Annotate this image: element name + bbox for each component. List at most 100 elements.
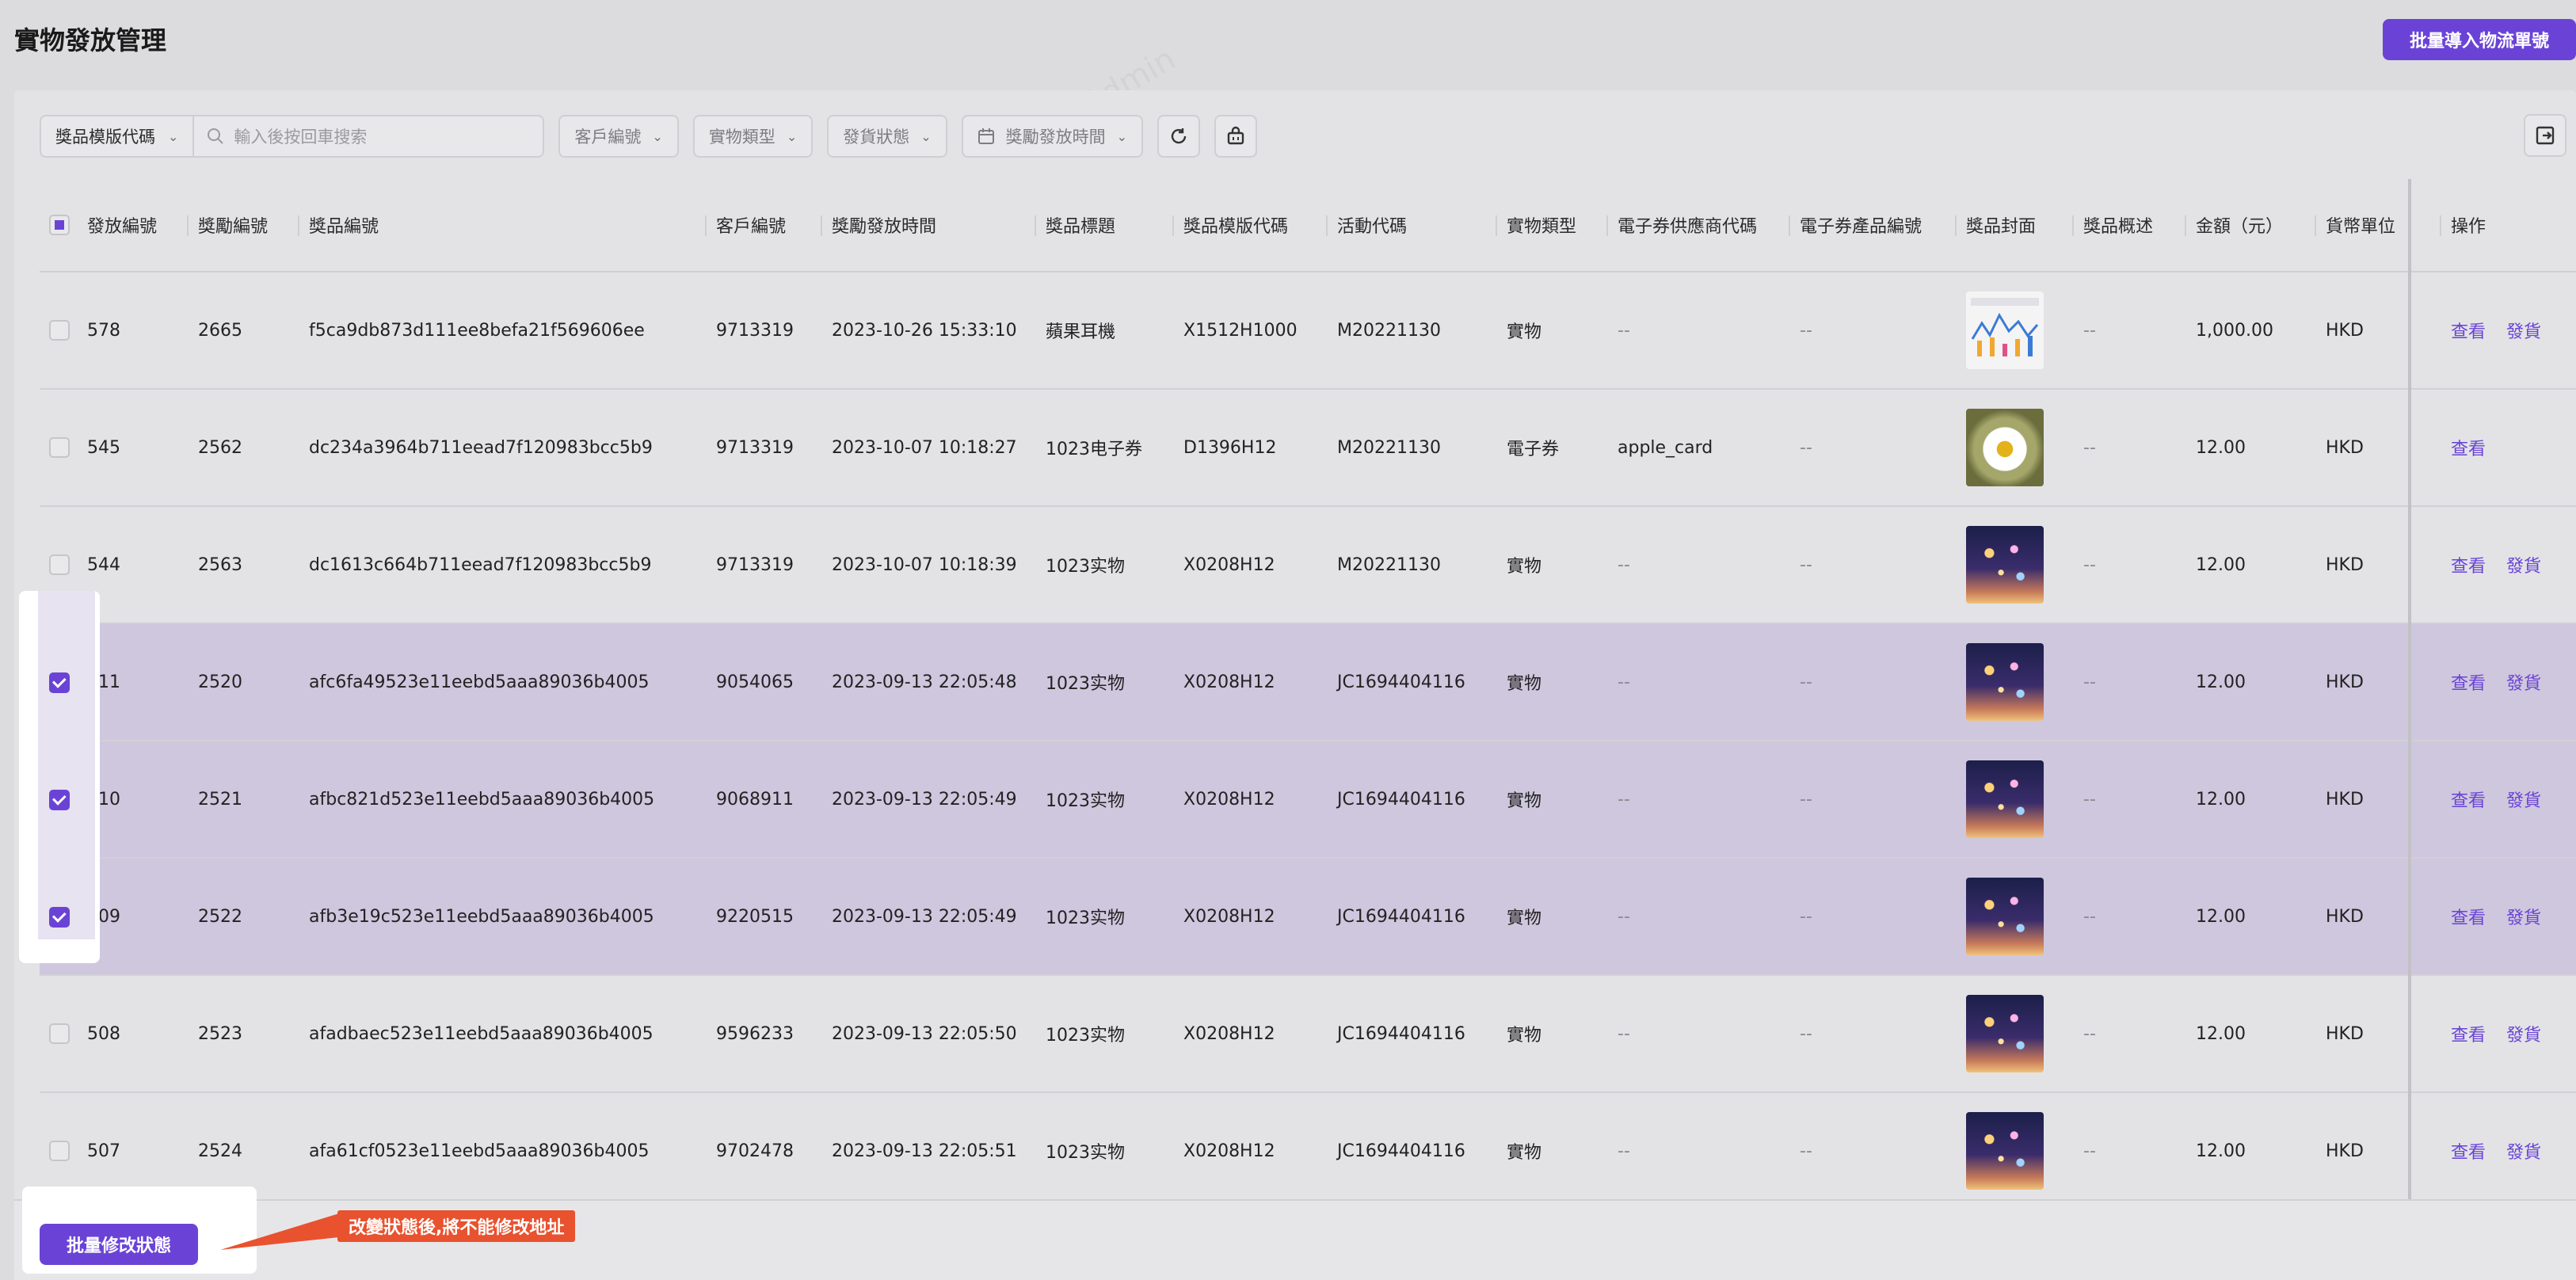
cell-vendor-code: --: [1618, 906, 1630, 927]
row-checkbox-cell: [49, 390, 70, 505]
chevron-down-icon: ⌄: [920, 128, 932, 144]
prize-cover-thumbnail[interactable]: [1966, 878, 2044, 955]
ship-link[interactable]: 發貨: [2506, 318, 2541, 343]
cell-customer-id: 9713319: [716, 320, 794, 341]
view-link[interactable]: 查看: [2451, 435, 2486, 460]
page-title: 實物發放管理: [14, 25, 167, 55]
header-col-actions: 操作: [2439, 179, 2486, 271]
ship-link[interactable]: 發貨: [2506, 787, 2541, 812]
row-checkbox-highlighted[interactable]: [49, 790, 70, 810]
cell-item-type: 實物: [1507, 322, 1542, 342]
row-checkbox[interactable]: [49, 554, 70, 575]
search-placeholder: 輸入後按回車搜索: [234, 128, 368, 147]
refresh-button[interactable]: [1157, 115, 1201, 158]
table-row[interactable]: 509 2522 afb3e19c523e11eebd5aaa89036b4005 9…: [40, 859, 2576, 976]
header-col-prize-id: 獎品編號: [297, 179, 379, 271]
cell-item-type: 實物: [1507, 791, 1542, 811]
table-row[interactable]: 507 2524 afa61cf0523e11eebd5aaa89036b4005 9…: [40, 1093, 2576, 1210]
cell-prize-title: 蘋果耳機: [1046, 322, 1116, 342]
ship-link[interactable]: 發貨: [2506, 1138, 2541, 1164]
cell-summary: --: [2083, 1023, 2096, 1044]
cell-prize-id: dc234a3964b711eead7f120983bcc5b9: [309, 437, 653, 458]
row-checkbox[interactable]: [49, 1023, 70, 1044]
cell-issue-time: 2023-09-13 22:05:49: [832, 906, 1017, 927]
header-col-amount: 金額（元）: [2184, 179, 2283, 271]
prize-cover-thumbnail[interactable]: [1966, 291, 2044, 369]
cell-issue-time: 2023-09-13 22:05:51: [832, 1141, 1017, 1161]
cell-reward-id: 2562: [198, 437, 242, 458]
type-filter[interactable]: 實物類型 ⌄: [692, 115, 814, 158]
view-link[interactable]: 查看: [2451, 904, 2486, 929]
table-row[interactable]: 511 2520 afc6fa49523e11eebd5aaa89036b4005 9…: [40, 624, 2576, 741]
cell-prize-title: 1023电子券: [1046, 440, 1142, 459]
row-checkbox-highlighted[interactable]: [49, 672, 70, 693]
header-col-customer-id: 客戶編號: [704, 179, 786, 271]
customer-filter-label: 客戶編號: [574, 128, 642, 147]
prize-cover-thumbnail[interactable]: [1966, 643, 2044, 721]
row-actions: 查看 發貨: [2451, 624, 2541, 740]
ship-link[interactable]: 發貨: [2506, 669, 2541, 695]
table-row[interactable]: 545 2562 dc234a3964b711eead7f120983bcc5b9 9…: [40, 390, 2576, 507]
row-actions: 查看: [2451, 390, 2486, 505]
row-checkbox[interactable]: [49, 1141, 70, 1161]
selection-highlight-fill: [38, 591, 95, 939]
prize-cover-thumbnail[interactable]: [1966, 995, 2044, 1072]
prize-cover-thumbnail[interactable]: [1966, 409, 2044, 486]
cell-activity-code: JC1694404116: [1337, 906, 1465, 927]
row-checkbox[interactable]: [49, 437, 70, 458]
status-filter[interactable]: 發貨狀態 ⌄: [827, 115, 947, 158]
prize-cover-thumbnail[interactable]: [1966, 1112, 2044, 1190]
prize-cover-thumbnail[interactable]: [1966, 760, 2044, 838]
table-row[interactable]: 578 2665 f5ca9db873d111ee8befa21f569606ee 9…: [40, 272, 2576, 390]
cell-reward-id: 2521: [198, 789, 242, 810]
cell-item-type: 實物: [1507, 557, 1542, 577]
search-input[interactable]: 輸入後按回車搜索: [194, 116, 543, 156]
cell-reward-id: 2522: [198, 906, 242, 927]
template-code-select[interactable]: 獎品模版代碼 ⌄: [41, 116, 195, 156]
prize-cover-image: [1966, 859, 2044, 974]
table-header: 發放編號 獎勵編號 獎品編號 客戶編號 獎勵發放時間 獎品標題 獎品模版代碼 活動代碼 實物類型…: [40, 179, 2576, 272]
cell-template-code: X1512H1000: [1183, 320, 1298, 341]
row-checkbox[interactable]: [49, 320, 70, 341]
row-actions: 查看 發貨: [2451, 272, 2541, 388]
cell-issue-id: 508: [87, 1023, 120, 1044]
cell-issue-time: 2023-10-07 10:18:27: [832, 437, 1017, 458]
select-all-checkbox[interactable]: [49, 179, 70, 271]
view-link[interactable]: 查看: [2451, 669, 2486, 695]
view-link[interactable]: 查看: [2451, 787, 2486, 812]
ship-link[interactable]: 發貨: [2506, 1021, 2541, 1046]
table-row[interactable]: 510 2521 afbc821d523e11eebd5aaa89036b4005 9…: [40, 741, 2576, 859]
clear-button[interactable]: [1214, 115, 1258, 158]
cell-vendor-code: apple_card: [1618, 437, 1713, 458]
view-link[interactable]: 查看: [2451, 1021, 2486, 1046]
cell-reward-id: 2665: [198, 320, 242, 341]
template-code-label: 獎品模版代碼: [55, 128, 155, 147]
header-col-prize-title: 獎品標題: [1034, 179, 1115, 271]
cell-issue-time: 2023-10-07 10:18:39: [832, 554, 1017, 575]
cell-prize-id: afc6fa49523e11eebd5aaa89036b4005: [309, 672, 650, 692]
cell-currency: HKD: [2326, 672, 2364, 692]
cell-product-id: --: [1800, 672, 1812, 692]
cell-customer-id: 9220515: [716, 906, 794, 927]
ship-link[interactable]: 發貨: [2506, 552, 2541, 577]
cell-template-code: X0208H12: [1183, 1141, 1275, 1161]
header-col-template-code: 獎品模版代碼: [1172, 179, 1288, 271]
cell-amount: 12.00: [2196, 906, 2246, 927]
prize-cover-thumbnail[interactable]: [1966, 526, 2044, 604]
table-row[interactable]: 544 2563 dc1613c664b711eead7f120983bcc5b9 9…: [40, 507, 2576, 624]
batch-import-logistics-button[interactable]: 批量導入物流單號: [2383, 19, 2576, 60]
view-link[interactable]: 查看: [2451, 1138, 2486, 1164]
cell-amount: 12.00: [2196, 789, 2246, 810]
view-link[interactable]: 查看: [2451, 318, 2486, 343]
table-row[interactable]: 508 2523 afadbaec523e11eebd5aaa89036b4005 9…: [40, 976, 2576, 1093]
batch-update-status-button[interactable]: 批量修改狀態: [40, 1224, 198, 1265]
customer-filter[interactable]: 客戶編號 ⌄: [558, 115, 679, 158]
column-settings-button[interactable]: [2524, 114, 2566, 157]
checkbox[interactable]: [49, 215, 70, 235]
time-filter[interactable]: 獎勵發放時間 ⌄: [961, 115, 1144, 158]
view-link[interactable]: 查看: [2451, 552, 2486, 577]
cell-summary: --: [2083, 1141, 2096, 1161]
row-checkbox-highlighted[interactable]: [49, 907, 70, 928]
cell-prize-id: afadbaec523e11eebd5aaa89036b4005: [309, 1023, 654, 1044]
ship-link[interactable]: 發貨: [2506, 904, 2541, 929]
